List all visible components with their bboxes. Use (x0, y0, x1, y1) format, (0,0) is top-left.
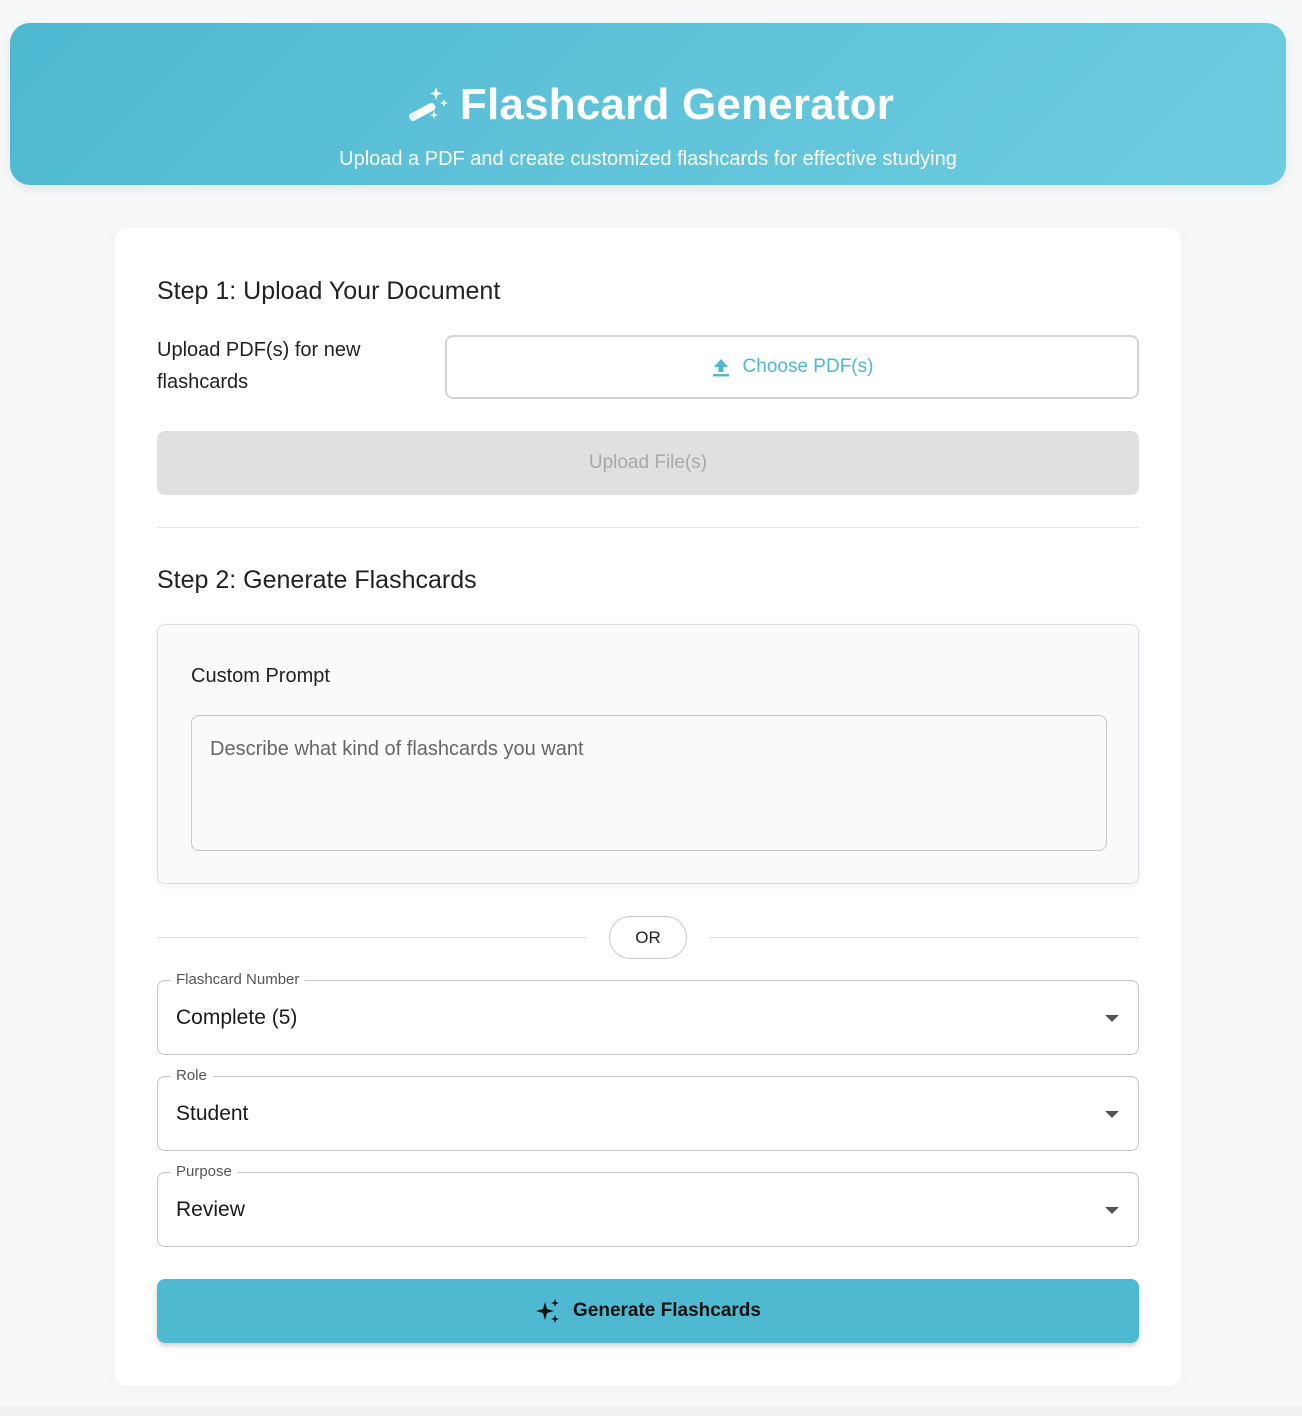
sparkles-icon (536, 1299, 559, 1323)
generate-flashcards-button[interactable]: Generate Flashcards (157, 1279, 1139, 1343)
flashcard-number-select[interactable]: Flashcard Number Complete (5) (157, 970, 1139, 1055)
main-card: Step 1: Upload Your Document Upload PDF(… (115, 228, 1181, 1386)
custom-prompt-label: Custom Prompt (191, 665, 330, 687)
upload-files-button[interactable]: Upload File(s) (157, 431, 1139, 495)
chevron-down-icon (1105, 1111, 1119, 1118)
or-divider-right (709, 937, 1139, 938)
upload-label: Upload PDF(s) for new flashcards (157, 339, 361, 393)
choose-pdf-button[interactable]: Choose PDF(s) (445, 335, 1139, 399)
upload-files-label: Upload File(s) (588, 452, 708, 473)
choose-pdf-label: Choose PDF(s) (742, 356, 874, 377)
app-subtitle: Upload a PDF and create customized flash… (339, 148, 957, 170)
purpose-label: Purpose (170, 1162, 238, 1182)
purpose-value: Review (176, 1198, 245, 1221)
or-divider-left (157, 937, 587, 938)
magic-wand-icon (408, 87, 448, 121)
custom-prompt-panel: Custom Prompt (157, 624, 1139, 884)
step1-title: Step 1: Upload Your Document (157, 277, 501, 305)
generate-flashcards-label: Generate Flashcards (573, 1300, 761, 1321)
role-select[interactable]: Role Student (157, 1066, 1139, 1151)
or-label: OR (635, 927, 661, 947)
app-header: Flashcard Generator Upload a PDF and cre… (10, 23, 1286, 185)
role-label: Role (170, 1066, 213, 1086)
upload-icon (712, 359, 729, 377)
custom-prompt-input[interactable] (191, 715, 1107, 851)
chevron-down-icon (1105, 1015, 1119, 1022)
app-title: Flashcard Generator (459, 80, 895, 129)
or-separator: OR (609, 916, 687, 959)
purpose-select[interactable]: Purpose Review (157, 1162, 1139, 1247)
chevron-down-icon (1105, 1207, 1119, 1214)
page-bottom-edge (0, 1406, 1302, 1416)
flashcard-number-value: Complete (5) (176, 1006, 298, 1029)
flashcard-number-label: Flashcard Number (170, 970, 306, 990)
role-value: Student (176, 1102, 249, 1125)
header-title-row: Flashcard Generator (10, 79, 1286, 131)
step2-title: Step 2: Generate Flashcards (157, 566, 477, 594)
section-divider (157, 527, 1139, 528)
